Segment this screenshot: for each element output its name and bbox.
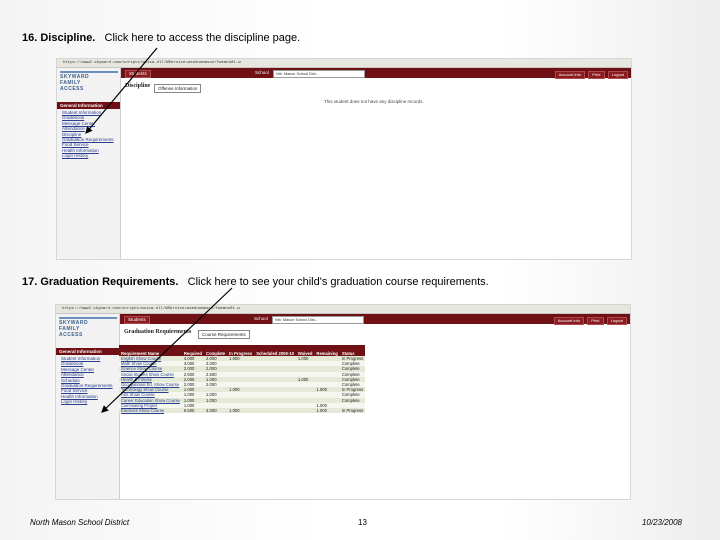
step-16-text: Click here to access the discipline page… (104, 32, 301, 44)
print-button[interactable]: Print (587, 317, 604, 325)
address-bar[interactable]: https://www2.skyward.com/scripts/wsisa.d… (56, 305, 630, 314)
school-select[interactable]: Nth. Mason School Dist... (272, 316, 364, 324)
step-17-text: Click here to see your child's graduatio… (187, 276, 489, 288)
school-label: School (254, 316, 268, 321)
account-info-button[interactable]: Account Info (554, 71, 585, 79)
table-cell: 1.000 (227, 408, 255, 414)
logo-line: ACCESS (60, 86, 84, 92)
col-remaining[interactable]: Remaining (314, 345, 340, 356)
print-button[interactable]: Print (588, 71, 605, 79)
school-label: School (255, 70, 269, 75)
graduation-screenshot: https://www2.skyward.com/scripts/wsisa.d… (55, 304, 631, 500)
col-waived[interactable]: Waived (295, 345, 315, 356)
table-row: Electives Show Course 5.500 4.000 1.000 1.00… (119, 408, 366, 414)
top-buttons: Account Info Print Logout (552, 316, 627, 326)
table-cell: 4.000 (204, 408, 228, 414)
page-title: Discipline (125, 83, 151, 89)
logout-button[interactable]: Logout (606, 317, 627, 325)
school-select[interactable]: Nth. Mason School Dist... (273, 70, 365, 78)
sidebar: SKYWARD FAMILY ACCESS General Informatio… (57, 68, 121, 259)
step-17-heading: 17. Graduation Requirements. Click here … (22, 276, 489, 288)
table-cell (254, 408, 296, 414)
requirements-table: Requirement Name Required Complete In Pr… (119, 345, 366, 414)
page-title: Graduation Requirements (124, 329, 192, 335)
logo-line: ACCESS (59, 332, 83, 338)
sidebar-item-login-history[interactable]: Login History (62, 153, 114, 158)
col-status[interactable]: Status (339, 345, 366, 356)
no-records-message: This student does not have any disciplin… (324, 99, 424, 104)
col-required[interactable]: Required (181, 345, 205, 356)
step-16-heading: 16. Discipline. Click here to access the… (22, 32, 300, 44)
students-button[interactable]: Students (124, 316, 150, 324)
footer-district: North Mason School District (30, 518, 130, 527)
skyward-logo: SKYWARD FAMILY ACCESS (59, 316, 117, 346)
footer-date: 10/23/2008 (641, 518, 682, 527)
top-bar: Students School Nth. Mason School Dist..… (121, 68, 631, 80)
sidebar-header: General Information (56, 348, 119, 355)
sidebar-nav: Student Information Gradebook Message Ce… (61, 356, 113, 405)
col-in-progress[interactable]: In Progress (227, 345, 255, 356)
address-bar[interactable]: https://www2.skyward.com/scripts/wsisa.d… (57, 59, 631, 68)
logout-button[interactable]: Logout (607, 71, 628, 79)
page-number: 13 (358, 518, 367, 527)
requirements-table-body: English Show Course 4.000 2.000 1.000 1.000 I… (119, 356, 366, 414)
table-cell: 1.000 (314, 408, 340, 414)
step-16-label: 16. Discipline. (22, 32, 96, 44)
top-buttons: Account Info Print Logout (553, 70, 628, 80)
sidebar-item-login-history[interactable]: Login History (61, 399, 113, 404)
tab-course-requirements[interactable]: Course Requirements (198, 330, 250, 339)
table-cell: In Progress (339, 408, 366, 414)
skyward-logo: SKYWARD FAMILY ACCESS (60, 70, 118, 100)
tab-offense-information[interactable]: Offense Information (154, 84, 202, 93)
discipline-screenshot: https://www2.skyward.com/scripts/wsisa.d… (56, 58, 632, 260)
col-complete[interactable]: Complete (204, 345, 228, 356)
account-info-button[interactable]: Account Info (553, 317, 584, 325)
table-cell (295, 408, 315, 414)
col-requirement-name[interactable]: Requirement Name (119, 345, 182, 356)
top-bar: Students School Nth. Mason School Dist..… (120, 314, 630, 326)
requirement-name-cell[interactable]: Electives Show Course (119, 408, 182, 414)
table-cell: 5.500 (181, 408, 205, 414)
col-scheduled[interactable]: Scheduled 2009-10 (254, 345, 296, 356)
step-17-label: 17. Graduation Requirements. (22, 276, 179, 288)
students-button[interactable]: Students (125, 70, 151, 78)
sidebar-header: General Information (57, 102, 120, 109)
table-header-row: Requirement Name Required Complete In Pr… (119, 345, 366, 356)
sidebar-nav: Student Information Gradebook Message Ce… (62, 110, 114, 159)
sidebar: SKYWARD FAMILY ACCESS General Informatio… (56, 314, 120, 499)
